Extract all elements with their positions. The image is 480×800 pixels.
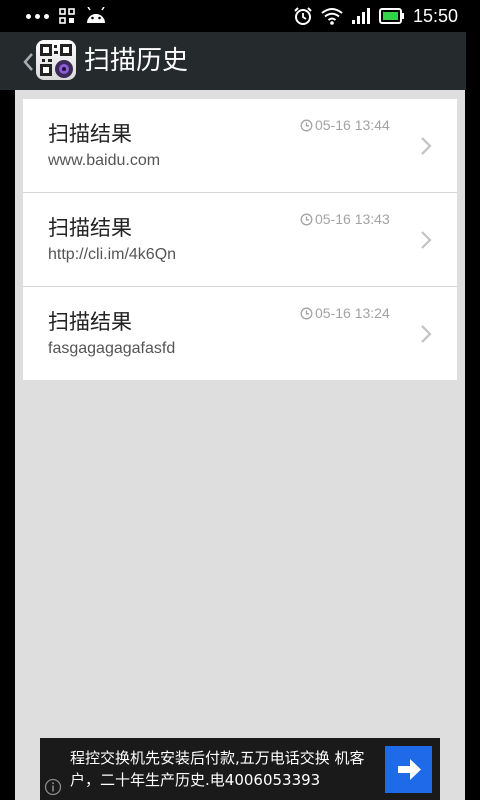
action-bar: 扫描历史 [0,32,466,90]
clock-icon [300,213,313,225]
ad-arrow-button[interactable] [385,746,432,793]
item-content: fasgagagagafasfd [48,340,176,357]
item-title: 扫描结果 [48,310,132,334]
item-time: 05-16 13:44 [300,117,390,133]
clock-icon [300,119,313,131]
status-time: 15:50 [412,6,458,26]
signal-icon [351,8,370,24]
status-bar: 15:50 [0,0,480,32]
ad-banner[interactable]: 程控交换机先安装后付款,五万电话交换 机客户，二十年生产历史.电40060533… [40,738,440,800]
content-area: 扫描结果 www.baidu.com 05-16 13:44 扫描结果 http… [15,90,465,800]
chevron-right-icon [421,231,432,249]
history-list: 扫描结果 www.baidu.com 05-16 13:44 扫描结果 http… [23,99,457,380]
item-time-text: 05-16 13:43 [315,211,390,227]
item-content: www.baidu.com [48,152,161,169]
info-icon[interactable] [44,778,62,796]
screen: 15:50 扫描历史 扫描结果 www.baidu.com 05-16 13:4… [0,0,480,800]
status-right: 15:50 [293,5,458,27]
menu-dots-icon [26,13,49,19]
ad-text: 程控交换机先安装后付款,五万电话交换 机客户，二十年生产历史.电40060533… [70,749,365,789]
battery-icon [378,8,404,24]
item-title: 扫描结果 [48,122,132,146]
chevron-right-icon [421,137,432,155]
item-content: http://cli.im/4k6Qn [48,246,177,263]
clock-icon [300,307,313,319]
chevron-right-icon [421,325,432,343]
item-title: 扫描结果 [48,216,132,240]
item-time: 05-16 13:24 [300,305,390,321]
qr-scanner-logo[interactable] [36,40,76,80]
back-icon[interactable] [22,51,36,73]
item-time-text: 05-16 13:24 [315,305,390,321]
item-time: 05-16 13:43 [300,211,390,227]
history-item[interactable]: 扫描结果 fasgagagagafasfd 05-16 13:24 [23,287,457,380]
qr-grid-icon [59,8,75,24]
history-item[interactable]: 扫描结果 www.baidu.com 05-16 13:44 [23,99,457,193]
alarm-icon [294,7,312,25]
android-icon [87,7,105,23]
wifi-icon [321,8,343,25]
arrow-right-icon [398,759,421,780]
history-item[interactable]: 扫描结果 http://cli.im/4k6Qn 05-16 13:43 [23,193,457,287]
status-left [26,6,107,26]
page-title: 扫描历史 [84,46,189,76]
item-time-text: 05-16 13:44 [315,117,390,133]
